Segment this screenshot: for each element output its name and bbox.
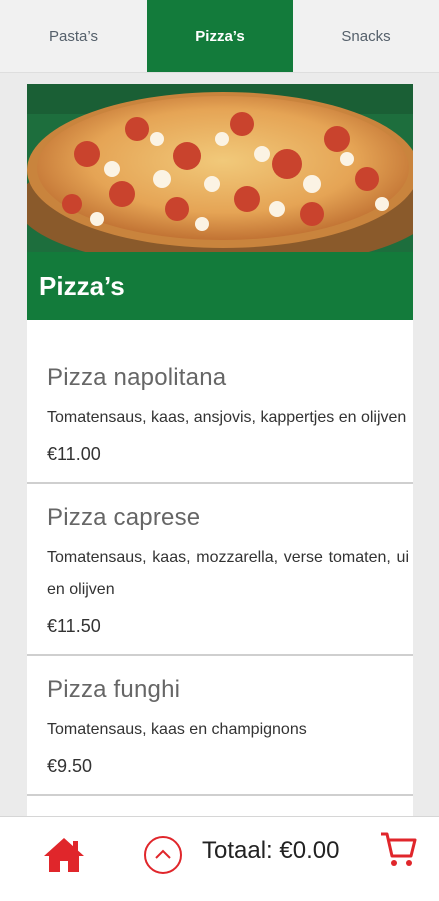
item-price: €11.50 (47, 616, 101, 636)
category-tabs: Pasta’s Pizza’s Snacks (0, 0, 439, 73)
cart-icon (381, 832, 417, 866)
item-description: Tomatensaus, kaas en champignons (47, 721, 307, 738)
cart-button[interactable] (378, 829, 418, 869)
bottom-bar: Totaal: €0.00 (0, 816, 439, 901)
item-name: Pizza funghi (47, 676, 181, 703)
section-title: Pizza’s (27, 252, 413, 320)
tab-pizzas[interactable]: Pizza’s (147, 0, 293, 72)
item-description: Tomatensaus, kaas, ansjovis, kappertjes … (47, 409, 407, 426)
tab-pastas[interactable]: Pasta’s (0, 0, 147, 72)
menu-item[interactable]: Pizza funghi Tomatensaus, kaas en champi… (27, 656, 413, 796)
item-name: Pizza napolitana (47, 364, 227, 391)
home-button[interactable] (42, 835, 86, 875)
item-price: €11.00 (47, 444, 101, 464)
item-description: Tomatensaus, kaas, mozzarella, verse tom… (47, 549, 409, 598)
item-price: €9.50 (47, 756, 93, 776)
chevron-up-icon (144, 836, 182, 874)
cart-total: Totaal: €0.00 (202, 837, 340, 864)
pizza-photo (27, 84, 413, 252)
scroll-up-button[interactable] (143, 835, 183, 875)
tab-snacks[interactable]: Snacks (293, 0, 439, 72)
item-list: Pizza napolitana Tomatensaus, kaas, ansj… (27, 320, 413, 796)
home-icon (44, 838, 84, 872)
menu-item[interactable]: Pizza napolitana Tomatensaus, kaas, ansj… (27, 346, 413, 484)
menu-content: Pizza’s Pizza napolitana Tomatensaus, ka… (27, 84, 413, 816)
menu-item[interactable]: Pizza caprese Tomatensaus, kaas, mozzare… (27, 484, 413, 656)
item-name: Pizza caprese (47, 504, 201, 531)
